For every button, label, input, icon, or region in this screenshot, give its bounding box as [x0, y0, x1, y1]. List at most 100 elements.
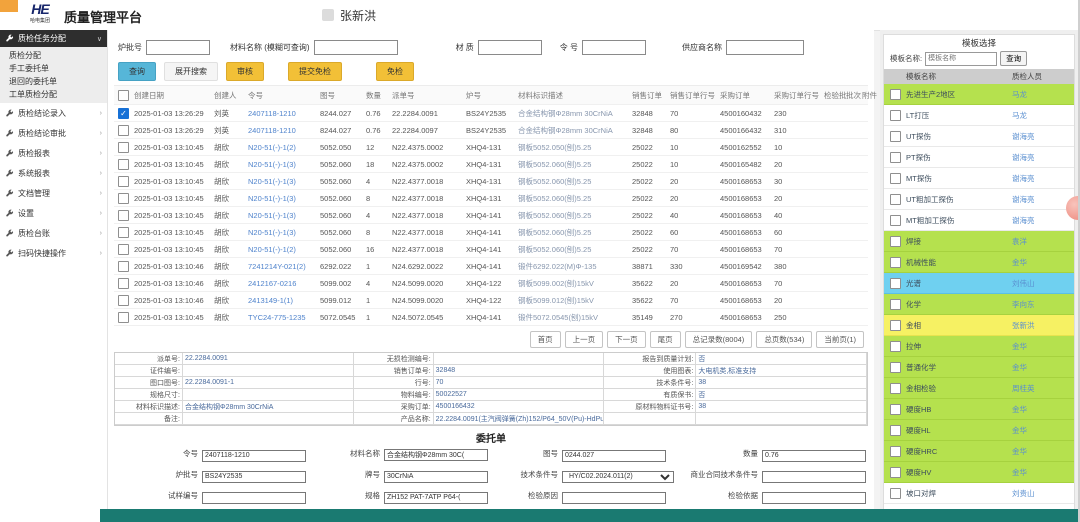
- template-checkbox[interactable]: [890, 320, 901, 331]
- inspector-link[interactable]: 金华: [1012, 467, 1074, 478]
- sidebar-item-6[interactable]: 质检台账›: [0, 223, 107, 243]
- pager-button-3[interactable]: 尾页: [650, 331, 681, 348]
- template-checkbox[interactable]: [890, 362, 901, 373]
- row-checkbox[interactable]: [118, 227, 129, 238]
- filter-input-0[interactable]: [146, 40, 210, 55]
- template-checkbox[interactable]: [890, 488, 901, 499]
- inspector-link[interactable]: 周桂英: [1012, 383, 1074, 394]
- form-input-0-0[interactable]: [202, 450, 306, 462]
- template-search-input[interactable]: [925, 52, 997, 66]
- template-row[interactable]: 金相检验周桂英: [884, 378, 1074, 399]
- order-number-link[interactable]: N20-51(-)-1(2): [248, 143, 320, 152]
- table-row[interactable]: ✓2025-01-03 13:26:29刘英2407118-12108244.0…: [114, 105, 868, 122]
- inspector-link[interactable]: 谢海亮: [1012, 215, 1074, 226]
- row-checkbox[interactable]: ✓: [118, 108, 129, 119]
- order-number-link[interactable]: 2413149-1(1): [248, 296, 320, 305]
- inspector-link[interactable]: 金华: [1012, 425, 1074, 436]
- template-row[interactable]: MT粗加工探伤谢海亮: [884, 210, 1074, 231]
- table-row[interactable]: 2025-01-03 13:10:45胡欣N20-51(-)-1(3)5052.…: [114, 156, 868, 173]
- template-row[interactable]: 拉伸金华: [884, 336, 1074, 357]
- sidebar-item-0[interactable]: 质检结论录入›: [0, 103, 107, 123]
- template-row[interactable]: 硬度HB金华: [884, 399, 1074, 420]
- row-checkbox[interactable]: [118, 142, 129, 153]
- template-row[interactable]: 硬度HRC金华: [884, 441, 1074, 462]
- template-row[interactable]: UT探伤谢海亮: [884, 126, 1074, 147]
- table-row[interactable]: 2025-01-03 13:26:29刘英2407118-12108244.02…: [114, 122, 868, 139]
- template-row[interactable]: 先进生产2地区马龙: [884, 84, 1074, 105]
- sidebar-subitem-1[interactable]: 手工委托单: [0, 62, 107, 75]
- inspector-link[interactable]: 刘伟山: [1012, 278, 1074, 289]
- order-number-link[interactable]: N20-51(-)-1(3): [248, 211, 320, 220]
- filter-input-1[interactable]: [314, 40, 398, 55]
- template-checkbox[interactable]: [890, 425, 901, 436]
- order-number-link[interactable]: TYC24-775-1235: [248, 313, 320, 322]
- form-input-1-3[interactable]: [762, 471, 866, 483]
- table-row[interactable]: 2025-01-03 13:10:46胡欣2412167-02165099.00…: [114, 275, 868, 292]
- table-row[interactable]: 2025-01-03 13:10:45胡欣N20-51(-)-1(3)5052.…: [114, 224, 868, 241]
- template-row[interactable]: PT探伤谢海亮: [884, 147, 1074, 168]
- filter-input-4[interactable]: [726, 40, 804, 55]
- form-input-1-0[interactable]: [202, 471, 306, 483]
- form-input-1-1[interactable]: [384, 471, 488, 483]
- template-row[interactable]: 机械性能金华: [884, 252, 1074, 273]
- toolbar-button-2[interactable]: 审核: [226, 62, 264, 81]
- form-input-2-1[interactable]: [384, 492, 488, 504]
- sidebar-item-2[interactable]: 质检报表›: [0, 143, 107, 163]
- sidebar-subitem-2[interactable]: 退回的委托单: [0, 75, 107, 88]
- template-row[interactable]: 硬度HV金华: [884, 462, 1074, 483]
- template-row[interactable]: LT打压马龙: [884, 105, 1074, 126]
- template-row[interactable]: MT探伤谢海亮: [884, 168, 1074, 189]
- order-number-link[interactable]: N20-51(-)-1(3): [248, 194, 320, 203]
- template-checkbox[interactable]: [890, 446, 901, 457]
- filter-input-2[interactable]: [478, 40, 542, 55]
- order-number-link[interactable]: N20-51(-)-1(3): [248, 177, 320, 186]
- sidebar-item-5[interactable]: 设置›: [0, 203, 107, 223]
- order-number-link[interactable]: 2412167-0216: [248, 279, 320, 288]
- table-row[interactable]: 2025-01-03 13:10:46胡欣7241214Y-021(2)6292…: [114, 258, 868, 275]
- table-row[interactable]: 2025-01-03 13:10:45胡欣N20-51(-)-1(3)5052.…: [114, 207, 868, 224]
- sidebar-subitem-0[interactable]: 质检分配: [0, 49, 107, 62]
- template-checkbox[interactable]: [890, 383, 901, 394]
- template-checkbox[interactable]: [890, 89, 901, 100]
- sidebar-item-task-assign[interactable]: 质检任务分配 ∨: [0, 30, 107, 47]
- inspector-link[interactable]: 金华: [1012, 257, 1074, 268]
- row-checkbox[interactable]: [118, 278, 129, 289]
- toolbar-button-1[interactable]: 展开搜索: [164, 62, 218, 81]
- template-checkbox[interactable]: [890, 341, 901, 352]
- row-checkbox[interactable]: [118, 176, 129, 187]
- user-avatar-icon[interactable]: [322, 9, 334, 21]
- sidebar-item-4[interactable]: 文档管理›: [0, 183, 107, 203]
- template-row[interactable]: 坡口对焊刘贵山: [884, 483, 1074, 504]
- order-number-link[interactable]: 2407118-1210: [248, 109, 320, 118]
- inspector-link[interactable]: 李向东: [1012, 299, 1074, 310]
- template-checkbox[interactable]: [890, 236, 901, 247]
- template-checkbox[interactable]: [890, 467, 901, 478]
- row-checkbox[interactable]: [118, 193, 129, 204]
- form-input-2-2[interactable]: [562, 492, 666, 504]
- inspector-link[interactable]: 张新洪: [1012, 320, 1074, 331]
- template-checkbox[interactable]: [890, 131, 901, 142]
- row-checkbox[interactable]: [118, 210, 129, 221]
- form-input-2-0[interactable]: [202, 492, 306, 504]
- template-checkbox[interactable]: [890, 257, 901, 268]
- table-row[interactable]: 2025-01-03 13:10:46胡欣2413149-1(1)5099.01…: [114, 292, 868, 309]
- toolbar-button-4[interactable]: 免检: [376, 62, 414, 81]
- inspector-link[interactable]: 谢海亮: [1012, 194, 1074, 205]
- template-row[interactable]: 化学李向东: [884, 294, 1074, 315]
- pager-button-1[interactable]: 上一页: [565, 331, 604, 348]
- form-input-0-1[interactable]: [384, 449, 488, 461]
- toolbar-button-0[interactable]: 查询: [118, 62, 156, 81]
- template-row[interactable]: 光谱刘伟山: [884, 273, 1074, 294]
- template-checkbox[interactable]: [890, 110, 901, 121]
- order-number-link[interactable]: N20-51(-)-1(3): [248, 160, 320, 169]
- template-row[interactable]: 焊接袁洋: [884, 231, 1074, 252]
- pager-button-6[interactable]: 当前页(1): [816, 331, 864, 348]
- form-input-2-3[interactable]: [762, 492, 866, 504]
- row-checkbox[interactable]: [118, 125, 129, 136]
- form-input-0-2[interactable]: [562, 450, 666, 462]
- inspector-link[interactable]: 金华: [1012, 341, 1074, 352]
- template-checkbox[interactable]: [890, 152, 901, 163]
- inspector-link[interactable]: 袁洋: [1012, 236, 1074, 247]
- inspector-link[interactable]: 谢海亮: [1012, 152, 1074, 163]
- pager-button-5[interactable]: 总页数(534): [756, 331, 812, 348]
